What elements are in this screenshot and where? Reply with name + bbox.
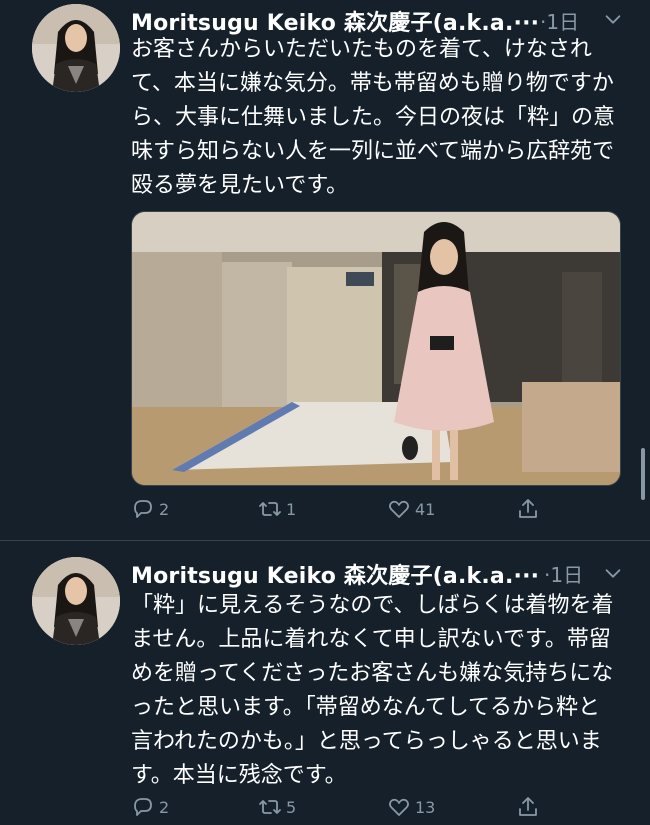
retweet-icon <box>259 800 281 814</box>
tweet[interactable]: Moritsugu Keiko 森次慶子(a.k.a.··· ·1日 「粋」に見… <box>0 541 650 825</box>
tweet-text: 「粋」に見えるそうなので、しばらくは着物を着ません。上品に着れなくて申し訳ないで… <box>131 593 614 788</box>
retweet-count: 5 <box>286 797 297 817</box>
timestamp[interactable]: ·1日 <box>540 6 579 35</box>
retweet-button[interactable]: 1 <box>258 497 296 521</box>
heart-icon <box>389 798 409 816</box>
author-name[interactable]: Moritsugu Keiko 森次慶子(a.k.a.··· <box>131 558 539 590</box>
share-icon <box>519 797 537 816</box>
retweet-icon <box>259 502 281 516</box>
like-count: 41 <box>415 499 436 519</box>
tweet-text: お客さんからいただいたものを着て、けなされて、本当に嫌な気分。帯も帯留めも贈り物… <box>131 37 616 198</box>
retweet-count: 1 <box>286 499 297 519</box>
avatar[interactable] <box>32 4 120 92</box>
retweet-button[interactable]: 5 <box>258 795 296 819</box>
timestamp[interactable]: ·1日 <box>544 559 583 588</box>
chevron-down-icon[interactable] <box>602 8 624 30</box>
tweet-actions: 2 5 13 <box>131 795 611 825</box>
reply-icon <box>134 798 152 816</box>
scrollbar[interactable] <box>641 448 645 500</box>
like-button[interactable]: 13 <box>387 795 435 819</box>
avatar[interactable] <box>32 557 120 645</box>
avatar-image <box>32 557 120 645</box>
share-button[interactable] <box>516 497 540 521</box>
avatar-image <box>32 4 120 92</box>
like-button[interactable]: 41 <box>387 497 435 521</box>
reply-button[interactable]: 2 <box>131 497 169 521</box>
chevron-down-icon[interactable] <box>602 562 624 584</box>
reply-count: 2 <box>159 499 170 519</box>
tweet[interactable]: Moritsugu Keiko 森次慶子(a.k.a.··· ·1日 お客さんか… <box>0 0 650 540</box>
tweet-photo[interactable] <box>131 211 621 486</box>
share-button[interactable] <box>516 795 540 819</box>
photo-image <box>132 212 620 485</box>
tweet-actions: 2 1 41 <box>131 497 611 527</box>
reply-count: 2 <box>159 797 170 817</box>
like-count: 13 <box>415 797 436 817</box>
reply-button[interactable]: 2 <box>131 795 169 819</box>
share-icon <box>519 499 537 518</box>
reply-icon <box>134 500 152 518</box>
heart-icon <box>389 500 409 518</box>
